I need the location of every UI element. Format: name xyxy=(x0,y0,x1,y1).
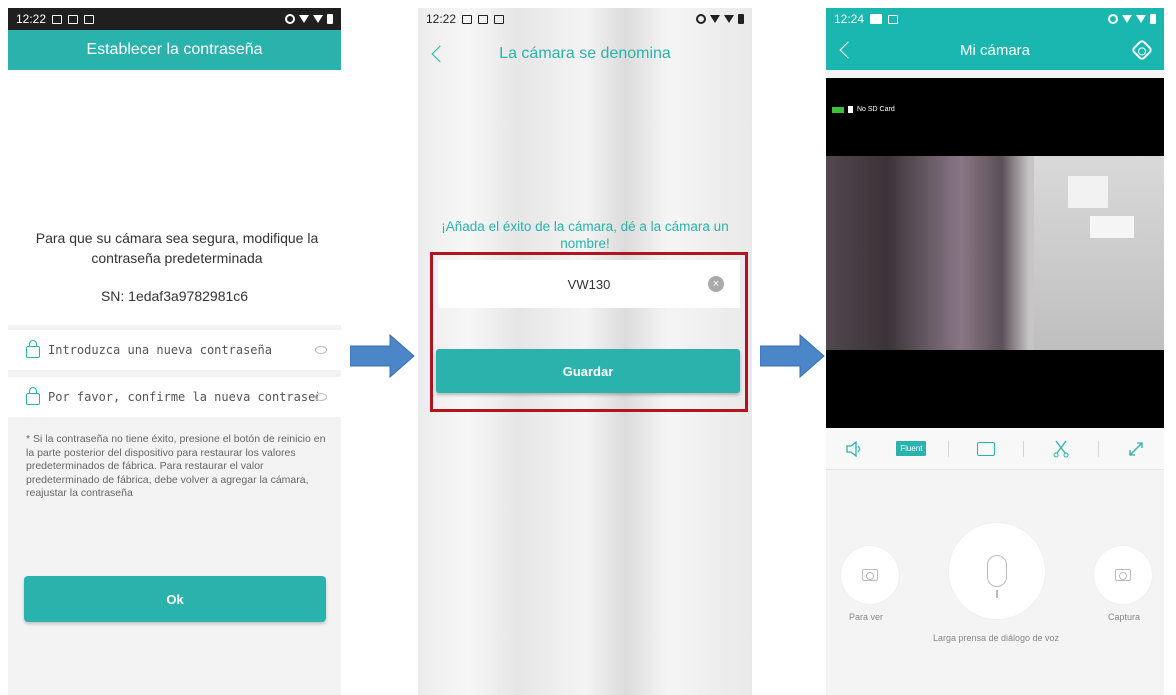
feed-paper xyxy=(1090,216,1134,238)
lock-icon xyxy=(26,387,40,405)
notification-icon xyxy=(462,14,473,24)
notification-icon xyxy=(68,14,79,24)
signal-icon xyxy=(313,15,323,23)
toolbar-divider xyxy=(1022,440,1024,457)
status-time: 12:22 xyxy=(16,12,47,26)
battery-icon xyxy=(327,14,333,24)
sd-status-text: No SD Card xyxy=(857,106,895,113)
page-title: Mi cámara xyxy=(959,41,1030,59)
page-header: Mi cámara xyxy=(826,30,1164,70)
page-header: La cámara se denomina xyxy=(418,38,752,70)
voice-talk-button[interactable] xyxy=(949,523,1045,619)
phone-screen-live-view: 12:24 Mi cámara No SD Card Fluent Para v… xyxy=(826,8,1164,695)
status-bar: 12:24 xyxy=(826,8,1164,30)
sd-card-icon xyxy=(848,106,853,113)
speaker-icon[interactable] xyxy=(834,437,874,461)
save-button[interactable]: Guardar xyxy=(436,349,740,393)
phone-screen-set-password: 12:22 Establecer la contraseña Para que … xyxy=(8,8,341,695)
view-button[interactable] xyxy=(841,546,899,604)
notification-icon xyxy=(52,14,63,24)
ok-button[interactable]: Ok xyxy=(24,576,326,622)
show-password-icon[interactable] xyxy=(315,346,327,354)
status-bar: 12:22 xyxy=(8,8,341,30)
status-time: 12:22 xyxy=(426,12,457,26)
signal-icon xyxy=(1136,15,1146,23)
status-time: 12:24 xyxy=(834,12,865,26)
quality-button[interactable]: Fluent xyxy=(891,437,931,461)
camera-icon xyxy=(1115,569,1131,581)
info-panel xyxy=(8,70,341,325)
confirm-password-placeholder: Por favor, confirme la nueva contraseña xyxy=(48,390,318,404)
fullscreen-icon[interactable] xyxy=(1116,437,1156,461)
device-status: No SD Card xyxy=(832,106,895,113)
album-icon xyxy=(862,569,878,581)
capture-label: Captura xyxy=(1107,612,1141,622)
signal-icon xyxy=(724,15,734,23)
notification-icon xyxy=(494,14,505,24)
hd-button[interactable] xyxy=(966,437,1006,461)
notification-icon xyxy=(870,14,883,24)
show-password-icon[interactable] xyxy=(315,393,327,401)
hd-icon xyxy=(977,441,996,456)
location-icon xyxy=(1108,14,1118,24)
back-icon[interactable] xyxy=(839,41,857,59)
wifi-icon xyxy=(710,15,720,23)
wifi-icon xyxy=(299,15,309,23)
flow-arrow-icon xyxy=(350,333,415,379)
toolbar-divider xyxy=(1097,440,1099,457)
camera-name-input[interactable]: VW130 × xyxy=(438,260,740,308)
status-bar: 12:22 xyxy=(418,8,752,30)
toolbar-divider xyxy=(948,440,950,457)
battery-icon xyxy=(738,14,744,24)
voice-label: Larga prensa de diálogo de voz xyxy=(932,633,1060,643)
flow-arrow-icon xyxy=(760,333,825,379)
camera-name-value: VW130 xyxy=(567,276,611,292)
confirm-password-field[interactable]: Por favor, confirme la nueva contraseña xyxy=(8,377,341,417)
back-icon[interactable] xyxy=(431,45,449,63)
video-view[interactable]: No SD Card xyxy=(826,78,1164,428)
player-toolbar: Fluent xyxy=(826,428,1164,470)
battery-icon xyxy=(1150,14,1156,24)
serial-number: SN: 1edaf3a9782981c6 xyxy=(100,288,249,304)
new-password-field[interactable]: Introduzca una nueva contraseña xyxy=(8,330,341,370)
camera-feed-image xyxy=(826,156,1164,350)
location-icon xyxy=(285,14,295,24)
notification-icon xyxy=(888,14,899,24)
reset-note: * Si la contraseña no tiene éxito, presi… xyxy=(26,433,326,499)
lock-icon xyxy=(26,340,40,358)
page-title: Establecer la contraseña xyxy=(8,30,341,70)
clear-icon[interactable]: × xyxy=(708,276,724,292)
settings-gear-icon[interactable] xyxy=(1130,38,1154,62)
capture-button[interactable] xyxy=(1094,546,1152,604)
location-icon xyxy=(696,14,706,24)
page-title: La cámara se denomina xyxy=(499,45,671,62)
name-prompt: ¡Añada el éxito de la cámara, dé a la cá… xyxy=(441,219,729,251)
phone-screen-camera-name: 12:22 La cámara se denomina ¡Añada el éx… xyxy=(418,8,752,695)
microphone-icon xyxy=(987,555,1007,598)
new-password-placeholder: Introduzca una nueva contraseña xyxy=(48,343,272,357)
notification-icon xyxy=(84,14,95,24)
quality-label: Fluent xyxy=(896,441,927,456)
wifi-icon xyxy=(1122,15,1132,23)
action-panel: Para ver Larga prensa de diálogo de voz … xyxy=(826,471,1164,695)
camera-battery-icon xyxy=(832,106,844,113)
view-label: Para ver xyxy=(848,612,883,622)
notification-icon xyxy=(478,14,489,24)
feed-paper xyxy=(1068,176,1108,208)
security-intro-text: Para que su cámara sea segura, modifique… xyxy=(35,230,319,266)
scissors-icon[interactable] xyxy=(1041,437,1081,461)
